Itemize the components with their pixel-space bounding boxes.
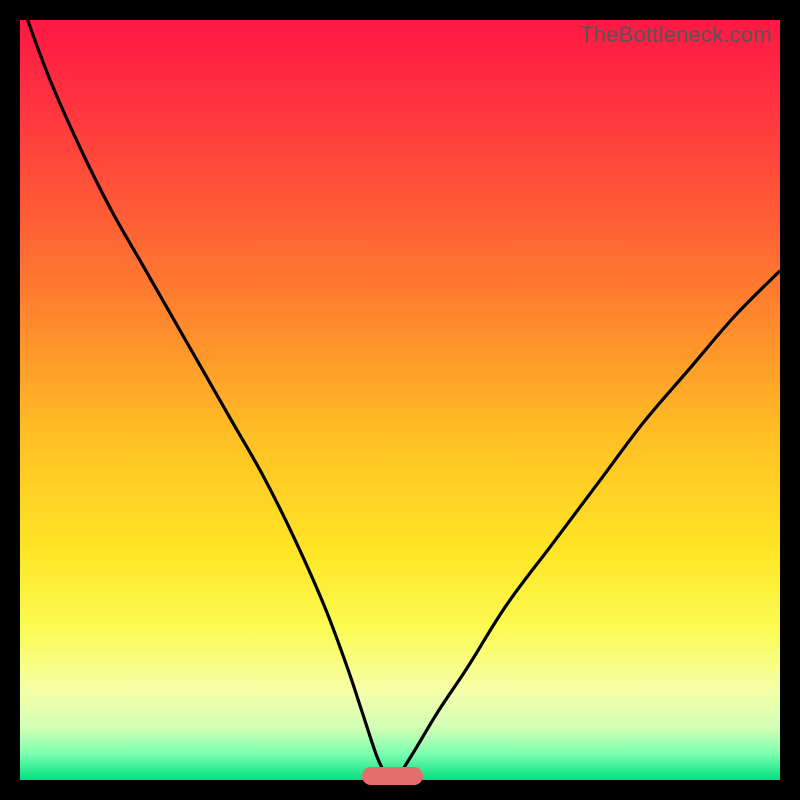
gradient-background — [20, 20, 780, 780]
optimum-marker — [362, 767, 423, 785]
chart-frame: TheBottleneck.com — [20, 20, 780, 780]
bottleneck-chart — [20, 20, 780, 780]
watermark-text: TheBottleneck.com — [580, 22, 772, 48]
